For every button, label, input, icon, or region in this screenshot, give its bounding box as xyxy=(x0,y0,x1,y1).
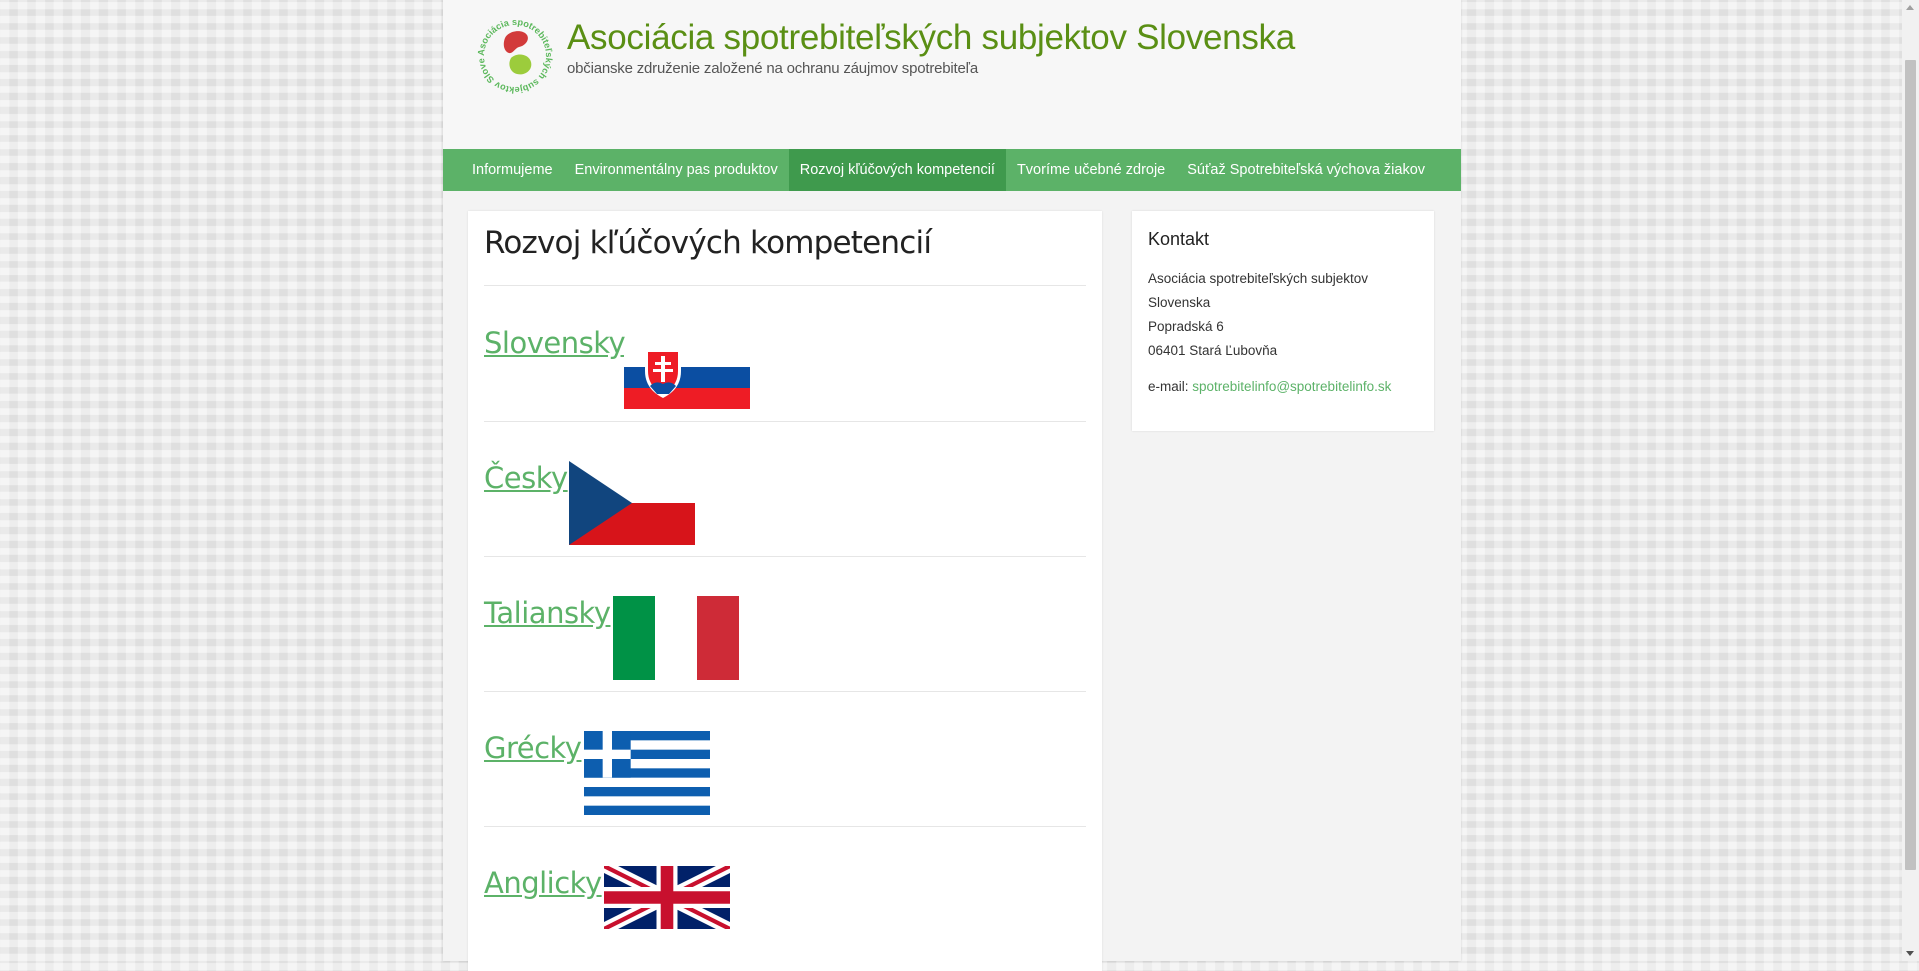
nav-item-ucebne-zdroje[interactable]: Tvoríme učebné zdroje xyxy=(1006,149,1176,191)
email-link[interactable]: spotrebitelinfo@spotrebitelinfo.sk xyxy=(1192,379,1391,394)
language-link-cesky[interactable]: Česky xyxy=(484,461,568,495)
language-row: Grécky xyxy=(484,691,1086,827)
logo-text: Asociácia spotrebiteľských subjektov Slo… xyxy=(475,16,554,95)
nav-item-environmentalny-pas[interactable]: Environmentálny pas produktov xyxy=(564,149,789,191)
vertical-scrollbar[interactable] xyxy=(1902,0,1919,961)
language-row: Taliansky xyxy=(484,556,1086,692)
italian-flag-icon[interactable] xyxy=(613,596,739,680)
language-link-slovensky[interactable]: Slovensky xyxy=(484,326,626,360)
slovak-flag-icon[interactable] xyxy=(624,346,750,409)
address-line: Slovenska xyxy=(1148,295,1211,310)
site-header: Asociácia spotrebiteľských subjektov Slo… xyxy=(443,0,1461,149)
language-link-taliansky[interactable]: Taliansky xyxy=(484,596,611,630)
email-label: e-mail: xyxy=(1148,379,1189,394)
language-row: Slovensky xyxy=(484,286,1086,422)
address-line: Popradská 6 xyxy=(1148,319,1224,334)
svg-text:Asociácia spotrebiteľských sub: Asociácia spotrebiteľských subjektov Slo… xyxy=(475,16,554,95)
contact-title: Kontakt xyxy=(1148,229,1210,249)
page-container: Asociácia spotrebiteľských subjektov Slo… xyxy=(443,0,1461,971)
contact-address: Asociácia spotrebiteľských subjektov Slo… xyxy=(1148,267,1418,363)
czech-flag-icon[interactable] xyxy=(569,461,695,545)
address-line: Asociácia spotrebiteľských subjektov xyxy=(1148,271,1369,286)
page-title: Rozvoj kľúčových kompetencií xyxy=(484,225,932,261)
language-row: Anglicky xyxy=(484,826,1086,961)
greek-flag-icon[interactable] xyxy=(584,731,710,815)
logo[interactable]: Asociácia spotrebiteľských subjektov Slo… xyxy=(475,16,555,96)
address-line: 06401 Stará Ľubovňa xyxy=(1148,343,1278,358)
nav-item-rozvoj-kompetencii[interactable]: Rozvoj kľúčových kompetencií xyxy=(788,149,1006,191)
language-link-anglicky[interactable]: Anglicky xyxy=(484,866,602,900)
language-row: Česky xyxy=(484,421,1086,557)
contact-email-row: e-mail: spotrebitelinfo@spotrebitelinfo.… xyxy=(1148,379,1391,394)
language-link-grecky[interactable]: Grécky xyxy=(484,731,582,765)
main-navigation: Informujeme Environmentálny pas produkto… xyxy=(443,149,1461,191)
scroll-up-icon[interactable] xyxy=(1906,5,1914,10)
nav-item-informujeme[interactable]: Informujeme xyxy=(461,149,564,191)
scroll-thumb[interactable] xyxy=(1905,60,1916,870)
site-title[interactable]: Asociácia spotrebiteľských subjektov Slo… xyxy=(567,18,1295,58)
contact-widget: Kontakt Asociácia spotrebiteľských subje… xyxy=(1132,211,1434,431)
site-tagline: občianske združenie založené na ochranu … xyxy=(567,60,978,77)
nav-item-sutaz[interactable]: Súťaž Spotrebiteľská výchova žiakov xyxy=(1176,149,1436,191)
scroll-down-icon[interactable] xyxy=(1906,951,1914,956)
uk-flag-icon[interactable] xyxy=(604,866,730,929)
main-content: Rozvoj kľúčových kompetencií Slovensky Č… xyxy=(468,211,1102,971)
